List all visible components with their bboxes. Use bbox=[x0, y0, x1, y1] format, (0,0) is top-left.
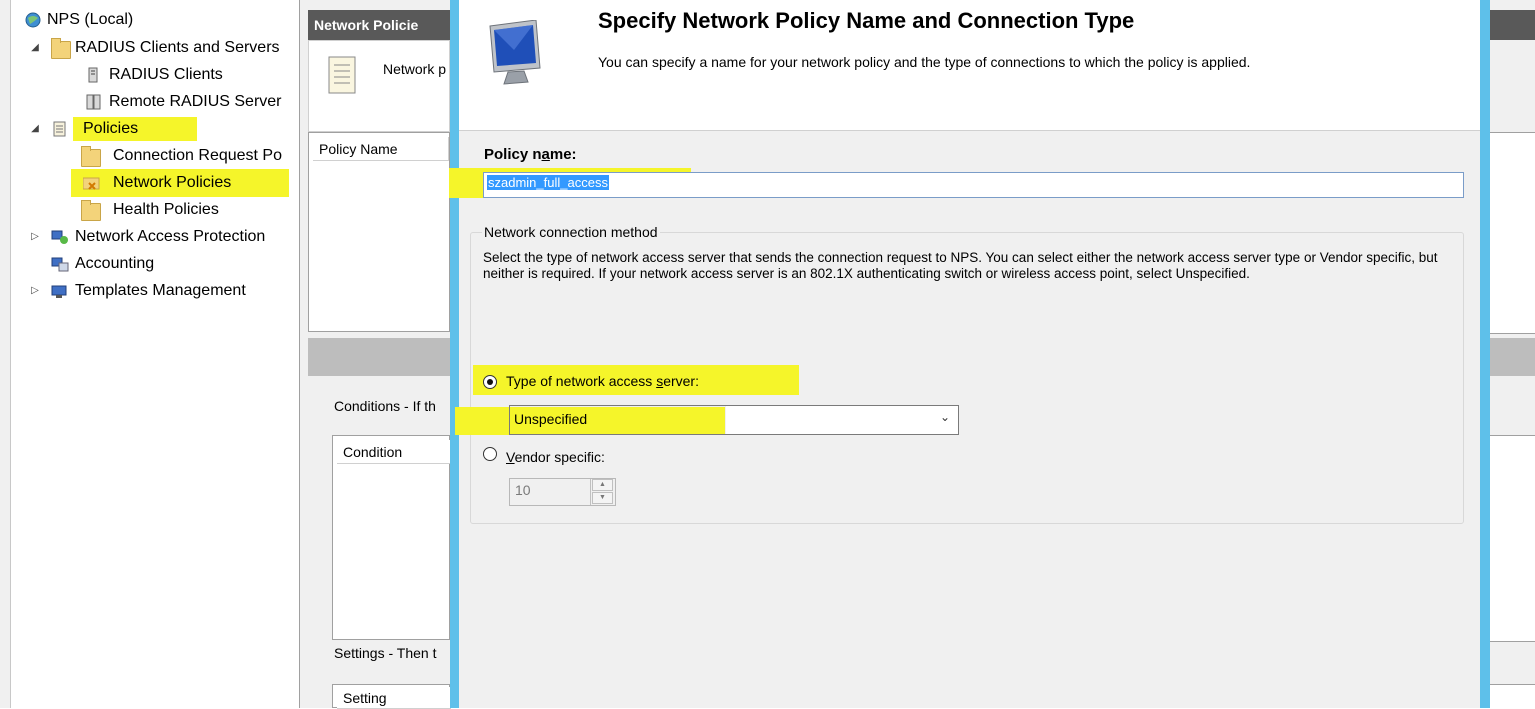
label-accelerator: a bbox=[541, 146, 550, 163]
policy-list[interactable]: Policy Name bbox=[308, 132, 450, 332]
vendor-specific-label[interactable]: Vendor specific: bbox=[506, 449, 605, 465]
right-settings bbox=[1490, 684, 1535, 709]
conditions-list[interactable]: Condition bbox=[332, 435, 451, 640]
label-part: endor specific: bbox=[514, 449, 605, 465]
right-band bbox=[1490, 338, 1535, 376]
tree-item-label: Templates Management bbox=[75, 282, 246, 299]
stepper-up-icon[interactable]: ▲ bbox=[592, 479, 613, 491]
tree-item-label: Network Policies bbox=[113, 174, 232, 191]
tree-item-label: Network Access Protection bbox=[75, 228, 266, 245]
nap-icon bbox=[51, 230, 68, 244]
left-edge bbox=[0, 0, 11, 708]
policy-name-label: Policy name: bbox=[484, 146, 577, 163]
tree-item-label: RADIUS Clients bbox=[109, 66, 223, 83]
column-header-condition[interactable]: Condition bbox=[337, 440, 451, 464]
policy-name-value: szadmin_full_access bbox=[487, 175, 609, 190]
right-conditions bbox=[1490, 435, 1535, 642]
collapse-arrow-icon[interactable]: ◢ bbox=[29, 117, 41, 141]
settings-list[interactable]: Setting bbox=[332, 684, 451, 709]
stepper-down-icon[interactable]: ▼ bbox=[592, 492, 613, 504]
server-type-value: Unspecified bbox=[514, 411, 588, 427]
templates-icon bbox=[51, 285, 67, 298]
tree-item-label: Accounting bbox=[75, 255, 155, 272]
network-policy-icon bbox=[83, 177, 100, 190]
policy-name-input[interactable]: szadmin_full_access bbox=[483, 172, 1464, 198]
folder-icon bbox=[81, 200, 101, 221]
monitor-icon bbox=[489, 20, 541, 85]
column-header-policy-name[interactable]: Policy Name bbox=[313, 137, 449, 161]
dialog-title: Specify Network Policy Name and Connecti… bbox=[598, 8, 1135, 33]
document-icon bbox=[328, 56, 356, 94]
vendor-specific-radio[interactable] bbox=[483, 447, 497, 461]
dialog-subtitle: You can specify a name for your network … bbox=[598, 54, 1251, 70]
tree-item-label: Health Policies bbox=[113, 201, 219, 218]
expand-arrow-icon[interactable]: ▷ bbox=[29, 279, 41, 303]
accounting-icon bbox=[51, 257, 69, 272]
dropdown-body bbox=[726, 406, 958, 434]
vendor-code-value: 10 bbox=[515, 482, 531, 498]
type-of-server-label[interactable]: Type of network access server: bbox=[506, 373, 699, 389]
label-part: Policy n bbox=[484, 146, 542, 163]
tree-item-label: Remote RADIUS Server bbox=[109, 93, 282, 110]
connection-method-description: Select the type of network access server… bbox=[483, 250, 1438, 281]
chevron-down-icon[interactable]: ⌄ bbox=[940, 410, 950, 424]
label-part: me: bbox=[549, 146, 577, 163]
expand-arrow-icon[interactable]: ▷ bbox=[29, 225, 41, 249]
details-info-box: Network p bbox=[308, 40, 450, 132]
settings-label: Settings - Then t bbox=[334, 645, 437, 661]
tree-item-label: Connection Request Po bbox=[113, 147, 282, 164]
stepper-buttons: ▲ ▼ bbox=[590, 479, 615, 505]
server-group-icon bbox=[86, 94, 101, 110]
right-list bbox=[1490, 132, 1535, 334]
policy-icon bbox=[53, 121, 66, 137]
connection-method-label: Network connection method bbox=[482, 224, 660, 240]
tree-item-label: Policies bbox=[83, 120, 139, 137]
details-band bbox=[308, 338, 450, 376]
tree-item-label: RADIUS Clients and Servers bbox=[75, 39, 280, 56]
details-info-text: Network p bbox=[383, 61, 447, 77]
folder-icon bbox=[51, 38, 71, 59]
conditions-label: Conditions - If th bbox=[334, 398, 436, 414]
label-part: Type of network access bbox=[506, 373, 657, 389]
globe-icon bbox=[25, 12, 41, 28]
label-part: erver: bbox=[663, 373, 699, 389]
type-of-server-radio[interactable] bbox=[483, 375, 497, 389]
server-icon bbox=[88, 67, 98, 83]
console-tree: NPS (Local) ◢ RADIUS Clients and Servers… bbox=[11, 0, 300, 708]
column-header-setting[interactable]: Setting bbox=[337, 687, 451, 709]
right-header bbox=[1490, 10, 1535, 40]
folder-icon bbox=[81, 146, 101, 167]
tree-root-label: NPS (Local) bbox=[47, 11, 134, 28]
collapse-arrow-icon[interactable]: ◢ bbox=[29, 36, 41, 60]
label-accelerator: V bbox=[506, 449, 515, 465]
details-header: Network Policie bbox=[308, 10, 450, 40]
